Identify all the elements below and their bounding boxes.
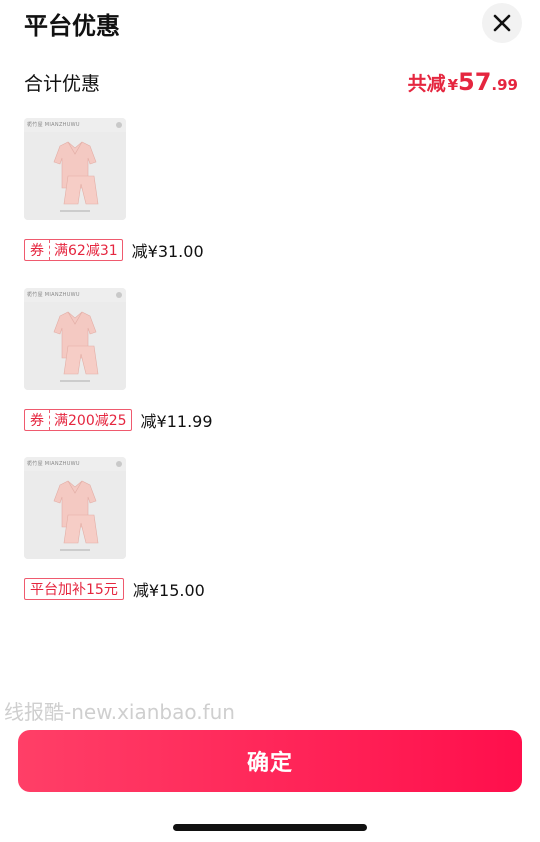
discount-item: 栀竹屋 MIANZHUWU 券 满62减31 减¥31.00	[24, 118, 424, 261]
info-dot-icon	[116, 461, 122, 467]
product-brand: 栀竹屋 MIANZHUWU	[27, 461, 80, 467]
discount-summary: 合计优惠 共减 ¥57.99	[24, 68, 518, 98]
info-dot-icon	[116, 122, 122, 128]
coupon-kind: 券	[25, 240, 50, 260]
product-brand: 栀竹屋 MIANZHUWU	[27, 122, 80, 128]
pajama-set-illustration	[24, 471, 126, 559]
discount-amount: 减¥11.99	[140, 412, 213, 431]
coupon-tag: 券 满62减31	[24, 239, 123, 261]
summary-total: 共减 ¥57.99	[408, 68, 518, 96]
info-dot-icon	[116, 292, 122, 298]
pajama-set-illustration	[24, 132, 126, 220]
coupon-tag: 券 满200减25	[24, 409, 132, 431]
discount-amount: 减¥31.00	[131, 242, 204, 261]
coupon-value: 满200减25	[54, 413, 127, 429]
product-image: 栀竹屋 MIANZHUWU	[24, 457, 126, 559]
platform-subsidy-tag: 平台加补15元	[24, 578, 124, 600]
pajama-set-illustration	[24, 302, 126, 390]
close-icon	[493, 14, 511, 32]
product-image: 栀竹屋 MIANZHUWU	[24, 288, 126, 390]
discount-item: 栀竹屋 MIANZHUWU 券 满200减25 减¥11.99	[24, 288, 424, 431]
summary-total-prefix: 共减	[407, 73, 446, 95]
home-indicator[interactable]	[173, 824, 367, 831]
page-title: 平台优惠	[24, 12, 120, 40]
coupon-value: 满62减31	[54, 243, 118, 259]
coupon-value: 平台加补15元	[30, 582, 118, 598]
sheet-header: 平台优惠	[0, 0, 540, 50]
coupon-row: 券 满200减25 减¥11.99	[24, 408, 213, 432]
close-button[interactable]	[482, 3, 522, 43]
confirm-button[interactable]: 确定	[18, 730, 522, 792]
product-image: 栀竹屋 MIANZHUWU	[24, 118, 126, 220]
coupon-row: 券 满62减31 减¥31.00	[24, 238, 204, 262]
discount-item: 栀竹屋 MIANZHUWU 平台加补15元 减¥15.00	[24, 457, 424, 600]
summary-label: 合计优惠	[24, 73, 101, 95]
coupon-kind: 券	[25, 410, 50, 430]
summary-total-integer: 57	[458, 68, 492, 96]
summary-total-currency: ¥	[447, 76, 459, 94]
coupon-row: 平台加补15元 减¥15.00	[24, 577, 205, 601]
discount-amount: 减¥15.00	[132, 581, 205, 600]
watermark-text: 线报酷-new.xianbao.fun	[4, 700, 235, 724]
product-brand: 栀竹屋 MIANZHUWU	[27, 292, 80, 298]
summary-total-decimal: .99	[491, 76, 518, 94]
